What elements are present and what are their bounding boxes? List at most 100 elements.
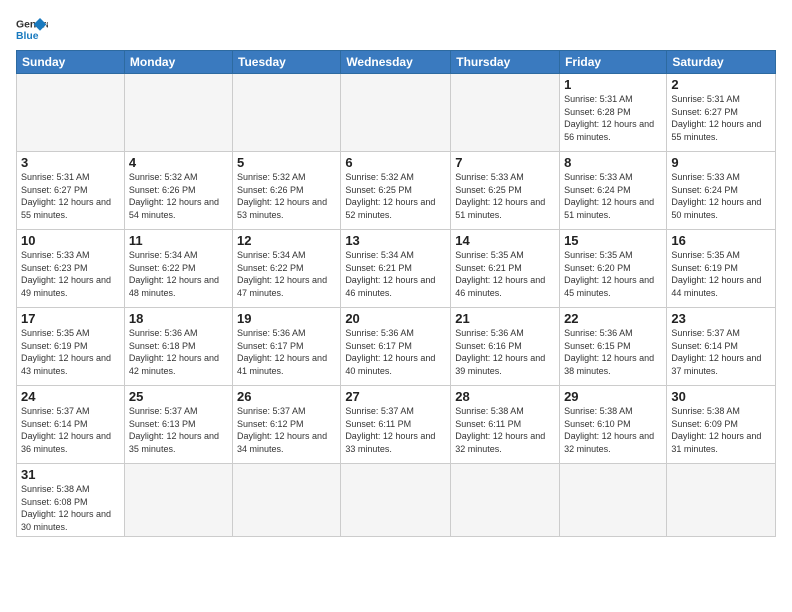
calendar-cell: 24Sunrise: 5:37 AM Sunset: 6:14 PM Dayli… — [17, 386, 125, 464]
calendar-cell: 14Sunrise: 5:35 AM Sunset: 6:21 PM Dayli… — [451, 230, 560, 308]
calendar-cell: 5Sunrise: 5:32 AM Sunset: 6:26 PM Daylig… — [233, 152, 341, 230]
day-number: 29 — [564, 389, 662, 404]
page: General Blue SundayMondayTuesdayWednesda… — [0, 0, 792, 612]
day-number: 11 — [129, 233, 228, 248]
day-info: Sunrise: 5:37 AM Sunset: 6:11 PM Dayligh… — [345, 405, 446, 455]
header-wednesday: Wednesday — [341, 51, 451, 74]
calendar-cell — [560, 464, 667, 537]
day-number: 28 — [455, 389, 555, 404]
day-info: Sunrise: 5:35 AM Sunset: 6:19 PM Dayligh… — [671, 249, 771, 299]
day-number: 13 — [345, 233, 446, 248]
header-tuesday: Tuesday — [233, 51, 341, 74]
day-number: 19 — [237, 311, 336, 326]
calendar-cell: 4Sunrise: 5:32 AM Sunset: 6:26 PM Daylig… — [124, 152, 232, 230]
day-number: 26 — [237, 389, 336, 404]
day-info: Sunrise: 5:33 AM Sunset: 6:24 PM Dayligh… — [564, 171, 662, 221]
day-number: 9 — [671, 155, 771, 170]
calendar-cell: 1Sunrise: 5:31 AM Sunset: 6:28 PM Daylig… — [560, 74, 667, 152]
calendar-cell: 15Sunrise: 5:35 AM Sunset: 6:20 PM Dayli… — [560, 230, 667, 308]
day-info: Sunrise: 5:32 AM Sunset: 6:26 PM Dayligh… — [237, 171, 336, 221]
day-number: 4 — [129, 155, 228, 170]
day-number: 24 — [21, 389, 120, 404]
calendar-cell — [667, 464, 776, 537]
day-number: 23 — [671, 311, 771, 326]
calendar-week-5: 31Sunrise: 5:38 AM Sunset: 6:08 PM Dayli… — [17, 464, 776, 537]
calendar-cell: 22Sunrise: 5:36 AM Sunset: 6:15 PM Dayli… — [560, 308, 667, 386]
calendar-cell — [124, 74, 232, 152]
calendar-cell — [124, 464, 232, 537]
calendar-cell — [451, 464, 560, 537]
calendar-week-1: 3Sunrise: 5:31 AM Sunset: 6:27 PM Daylig… — [17, 152, 776, 230]
day-info: Sunrise: 5:37 AM Sunset: 6:14 PM Dayligh… — [671, 327, 771, 377]
logo: General Blue — [16, 16, 48, 44]
day-info: Sunrise: 5:36 AM Sunset: 6:17 PM Dayligh… — [237, 327, 336, 377]
header-thursday: Thursday — [451, 51, 560, 74]
header-saturday: Saturday — [667, 51, 776, 74]
calendar-cell: 21Sunrise: 5:36 AM Sunset: 6:16 PM Dayli… — [451, 308, 560, 386]
day-number: 1 — [564, 77, 662, 92]
logo-icon: General Blue — [16, 16, 48, 44]
day-info: Sunrise: 5:32 AM Sunset: 6:25 PM Dayligh… — [345, 171, 446, 221]
calendar-cell: 11Sunrise: 5:34 AM Sunset: 6:22 PM Dayli… — [124, 230, 232, 308]
day-number: 14 — [455, 233, 555, 248]
day-number: 5 — [237, 155, 336, 170]
calendar-cell: 25Sunrise: 5:37 AM Sunset: 6:13 PM Dayli… — [124, 386, 232, 464]
calendar-cell: 8Sunrise: 5:33 AM Sunset: 6:24 PM Daylig… — [560, 152, 667, 230]
header-monday: Monday — [124, 51, 232, 74]
day-number: 30 — [671, 389, 771, 404]
day-info: Sunrise: 5:33 AM Sunset: 6:25 PM Dayligh… — [455, 171, 555, 221]
day-info: Sunrise: 5:34 AM Sunset: 6:22 PM Dayligh… — [237, 249, 336, 299]
calendar-cell: 2Sunrise: 5:31 AM Sunset: 6:27 PM Daylig… — [667, 74, 776, 152]
svg-text:Blue: Blue — [16, 31, 39, 42]
calendar-cell: 29Sunrise: 5:38 AM Sunset: 6:10 PM Dayli… — [560, 386, 667, 464]
day-number: 27 — [345, 389, 446, 404]
day-info: Sunrise: 5:38 AM Sunset: 6:08 PM Dayligh… — [21, 483, 120, 533]
calendar-cell: 19Sunrise: 5:36 AM Sunset: 6:17 PM Dayli… — [233, 308, 341, 386]
day-info: Sunrise: 5:36 AM Sunset: 6:17 PM Dayligh… — [345, 327, 446, 377]
day-info: Sunrise: 5:35 AM Sunset: 6:19 PM Dayligh… — [21, 327, 120, 377]
calendar-cell: 17Sunrise: 5:35 AM Sunset: 6:19 PM Dayli… — [17, 308, 125, 386]
day-number: 7 — [455, 155, 555, 170]
calendar-cell: 27Sunrise: 5:37 AM Sunset: 6:11 PM Dayli… — [341, 386, 451, 464]
day-info: Sunrise: 5:36 AM Sunset: 6:18 PM Dayligh… — [129, 327, 228, 377]
calendar-week-4: 24Sunrise: 5:37 AM Sunset: 6:14 PM Dayli… — [17, 386, 776, 464]
day-info: Sunrise: 5:31 AM Sunset: 6:27 PM Dayligh… — [671, 93, 771, 143]
calendar-cell: 16Sunrise: 5:35 AM Sunset: 6:19 PM Dayli… — [667, 230, 776, 308]
calendar-week-3: 17Sunrise: 5:35 AM Sunset: 6:19 PM Dayli… — [17, 308, 776, 386]
calendar-cell — [17, 74, 125, 152]
day-number: 8 — [564, 155, 662, 170]
calendar-cell: 30Sunrise: 5:38 AM Sunset: 6:09 PM Dayli… — [667, 386, 776, 464]
day-number: 10 — [21, 233, 120, 248]
day-number: 6 — [345, 155, 446, 170]
day-number: 17 — [21, 311, 120, 326]
day-info: Sunrise: 5:38 AM Sunset: 6:11 PM Dayligh… — [455, 405, 555, 455]
day-info: Sunrise: 5:36 AM Sunset: 6:16 PM Dayligh… — [455, 327, 555, 377]
day-info: Sunrise: 5:36 AM Sunset: 6:15 PM Dayligh… — [564, 327, 662, 377]
day-number: 15 — [564, 233, 662, 248]
day-number: 12 — [237, 233, 336, 248]
header: General Blue — [16, 12, 776, 44]
calendar-cell: 3Sunrise: 5:31 AM Sunset: 6:27 PM Daylig… — [17, 152, 125, 230]
calendar-week-0: 1Sunrise: 5:31 AM Sunset: 6:28 PM Daylig… — [17, 74, 776, 152]
day-info: Sunrise: 5:31 AM Sunset: 6:27 PM Dayligh… — [21, 171, 120, 221]
calendar-cell: 28Sunrise: 5:38 AM Sunset: 6:11 PM Dayli… — [451, 386, 560, 464]
calendar-cell: 10Sunrise: 5:33 AM Sunset: 6:23 PM Dayli… — [17, 230, 125, 308]
calendar-cell — [451, 74, 560, 152]
calendar-cell: 7Sunrise: 5:33 AM Sunset: 6:25 PM Daylig… — [451, 152, 560, 230]
day-number: 25 — [129, 389, 228, 404]
day-number: 22 — [564, 311, 662, 326]
calendar-header-row: SundayMondayTuesdayWednesdayThursdayFrid… — [17, 51, 776, 74]
header-friday: Friday — [560, 51, 667, 74]
day-info: Sunrise: 5:33 AM Sunset: 6:23 PM Dayligh… — [21, 249, 120, 299]
day-info: Sunrise: 5:38 AM Sunset: 6:09 PM Dayligh… — [671, 405, 771, 455]
day-info: Sunrise: 5:37 AM Sunset: 6:12 PM Dayligh… — [237, 405, 336, 455]
calendar-cell — [233, 74, 341, 152]
day-info: Sunrise: 5:35 AM Sunset: 6:21 PM Dayligh… — [455, 249, 555, 299]
day-info: Sunrise: 5:38 AM Sunset: 6:10 PM Dayligh… — [564, 405, 662, 455]
day-info: Sunrise: 5:35 AM Sunset: 6:20 PM Dayligh… — [564, 249, 662, 299]
header-sunday: Sunday — [17, 51, 125, 74]
day-number: 31 — [21, 467, 120, 482]
calendar-cell — [341, 74, 451, 152]
calendar-cell: 12Sunrise: 5:34 AM Sunset: 6:22 PM Dayli… — [233, 230, 341, 308]
day-info: Sunrise: 5:33 AM Sunset: 6:24 PM Dayligh… — [671, 171, 771, 221]
